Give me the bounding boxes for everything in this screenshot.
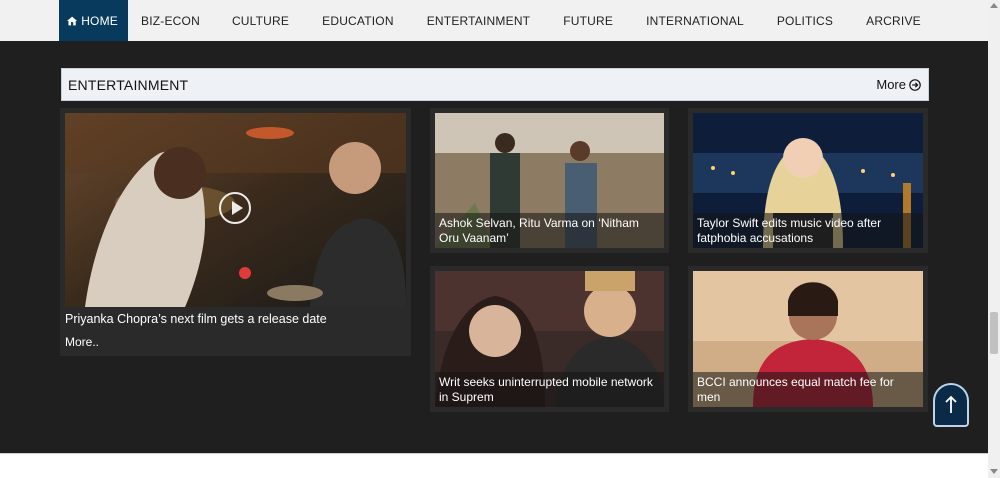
nav-item-entertainment[interactable]: ENTERTAINMENT: [427, 0, 531, 41]
nav-item-label: EDUCATION: [322, 13, 394, 28]
nav-item-future[interactable]: FUTURE: [563, 0, 613, 41]
nav-item-label: ENTERTAINMENT: [426, 13, 531, 28]
nav-item-label: ARCRIVE: [866, 13, 921, 28]
nav-item-politics[interactable]: POLITICS: [777, 0, 833, 41]
nav-item-home[interactable]: HOME: [59, 0, 128, 41]
nav-item-label: CULTURE: [231, 13, 290, 28]
scroll-down-icon[interactable]: [990, 469, 998, 474]
more-label: More: [876, 77, 906, 92]
section-title: ENTERTAINMENT: [68, 76, 189, 93]
news-card-caption: Taylor Swift edits music video after fat…: [693, 213, 923, 248]
page-footer-area: [0, 453, 988, 478]
news-card-image[interactable]: Taylor Swift edits music video after fat…: [693, 113, 923, 248]
nav-item-label: INTERNATIONAL: [646, 13, 744, 28]
nav-item-education[interactable]: EDUCATION: [322, 0, 394, 41]
scroll-up-icon[interactable]: [990, 3, 998, 8]
vertical-scrollbar[interactable]: [988, 0, 1000, 478]
nav-item-arcrive[interactable]: ARCRIVE: [866, 0, 921, 41]
featured-more-link[interactable]: More..: [65, 335, 99, 349]
section-header: ENTERTAINMENT More: [61, 68, 929, 101]
news-card-image[interactable]: Ashok Selvan, Ritu Varma on ‘Nitham Oru …: [435, 113, 664, 248]
news-card-caption: BCCI announces equal match fee for men: [693, 372, 923, 407]
nav-item-biz-econ[interactable]: BIZ-ECON: [141, 0, 200, 41]
nav-item-label: POLITICS: [776, 13, 834, 28]
arrow-up-icon: [945, 395, 957, 413]
news-card-image[interactable]: BCCI announces equal match fee for men: [693, 271, 923, 407]
nav-item-label: FUTURE: [563, 13, 614, 28]
nav-item-culture[interactable]: CULTURE: [232, 0, 289, 41]
section-more-link[interactable]: More: [876, 77, 921, 92]
news-card-caption: Ashok Selvan, Ritu Varma on ‘Nitham Oru …: [435, 213, 664, 248]
news-card-image[interactable]: Writ seeks uninterrupted mobile network …: [435, 271, 664, 407]
nav-item-international[interactable]: INTERNATIONAL: [646, 0, 744, 41]
scrollbar-thumb[interactable]: [990, 312, 998, 354]
nav-item-label: HOME: [81, 13, 118, 28]
top-nav: HOME BIZ-ECON CULTURE EDUCATION ENTERTAI…: [0, 0, 988, 41]
play-icon[interactable]: [219, 192, 251, 224]
nav-item-label: BIZ-ECON: [141, 13, 200, 28]
home-icon: [67, 16, 78, 25]
featured-caption[interactable]: Priyanka Chopra’s next film gets a relea…: [65, 312, 327, 326]
arrow-right-circle-icon: [909, 78, 921, 91]
news-card-caption: Writ seeks uninterrupted mobile network …: [435, 372, 664, 407]
scroll-to-top-button[interactable]: [933, 383, 969, 427]
